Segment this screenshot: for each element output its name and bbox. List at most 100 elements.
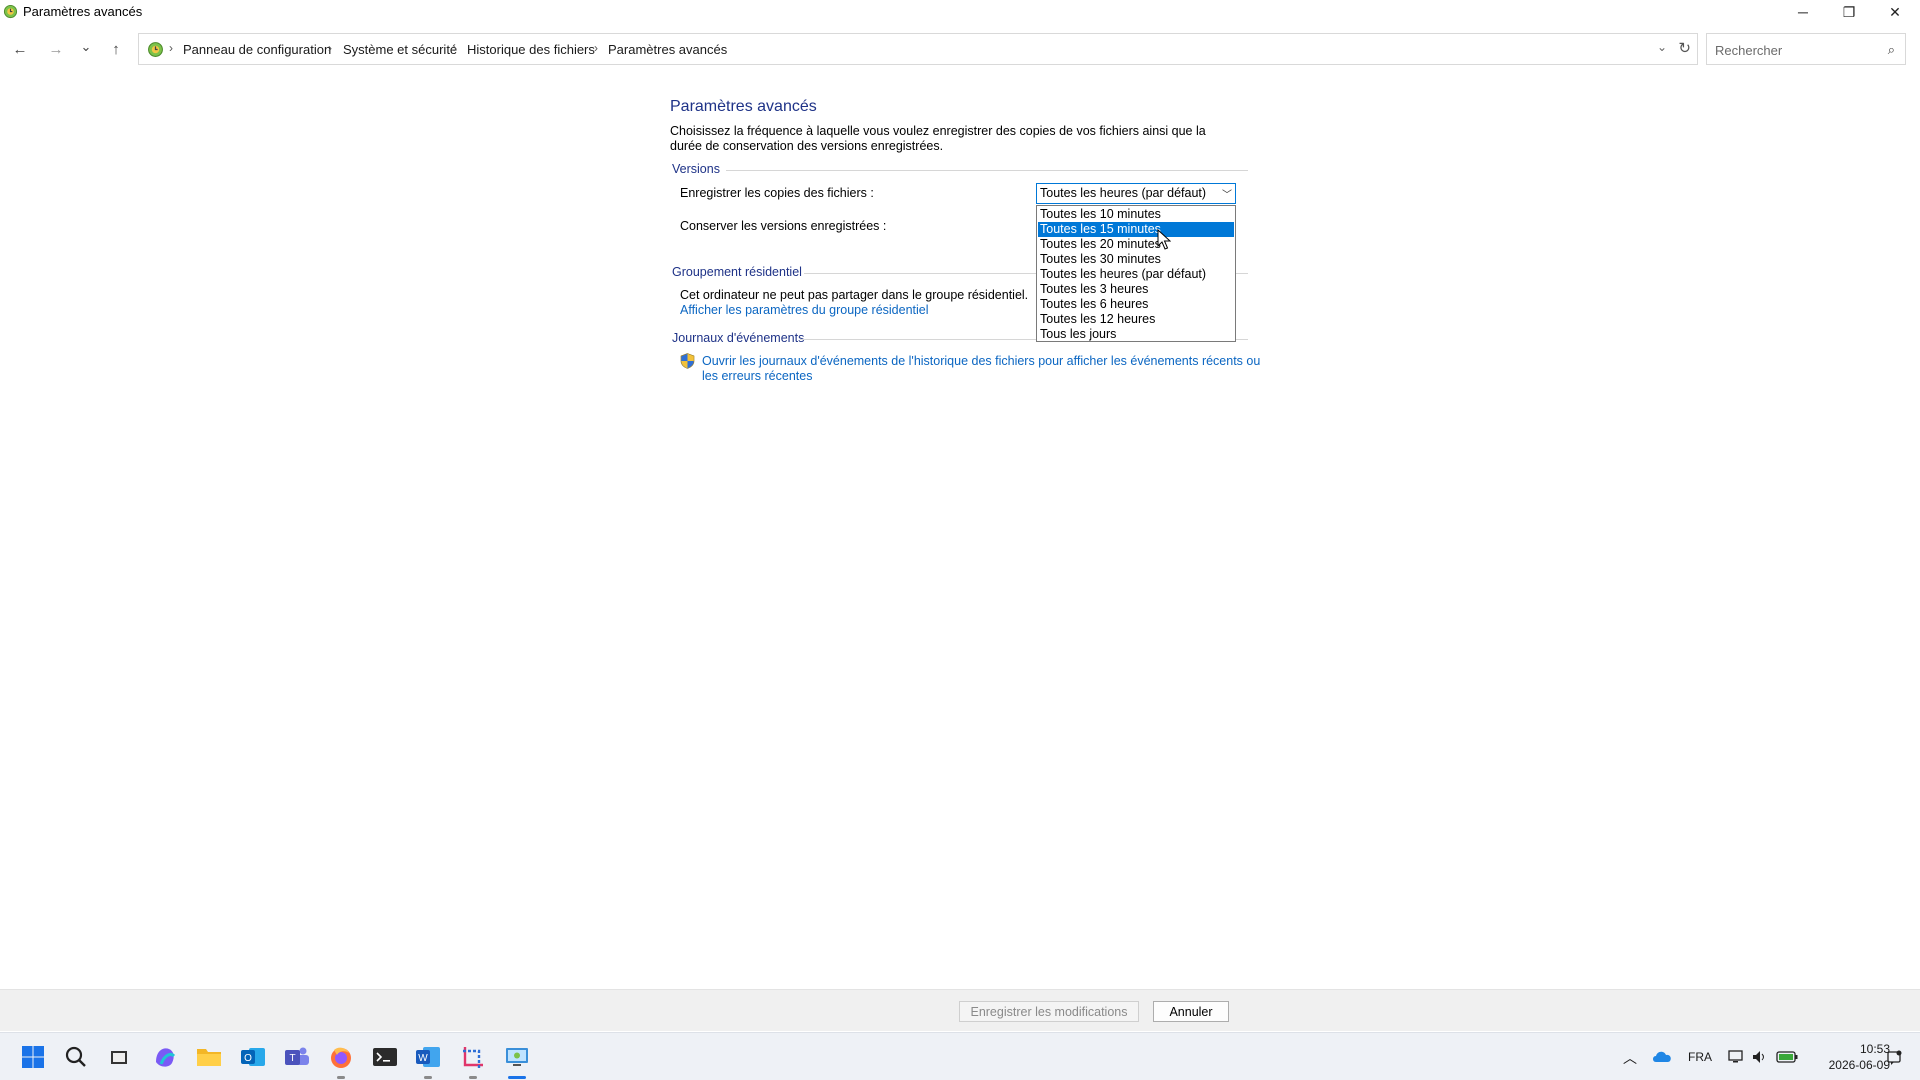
teams-app[interactable]: T: [282, 1042, 312, 1072]
battery-icon[interactable]: [1776, 1051, 1798, 1063]
option-hourly-default[interactable]: Toutes les heures (par défaut): [1038, 267, 1234, 282]
terminal-app[interactable]: [370, 1042, 400, 1072]
option-15-minutes[interactable]: Toutes les 15 minutes: [1038, 222, 1234, 237]
search-icon: [65, 1046, 86, 1067]
clock-time[interactable]: 10:53: [1848, 1042, 1890, 1056]
breadcrumb-separator: ›: [594, 41, 598, 55]
word-app[interactable]: W: [413, 1042, 443, 1072]
search-input[interactable]: [1715, 41, 1875, 59]
address-history-chevron-icon[interactable]: ⌄: [1657, 40, 1667, 54]
window-title: Paramètres avancés: [23, 4, 143, 19]
task-view-icon: [111, 1051, 127, 1064]
control-panel-icon: [148, 42, 163, 57]
save-frequency-combobox[interactable]: Toutes les heures (par défaut) ﹀: [1036, 183, 1236, 204]
breadcrumb-separator: ›: [169, 41, 173, 55]
snipping-running-indicator: [469, 1076, 477, 1079]
event-logs-link-line1[interactable]: Ouvrir les journaux d'événements de l'hi…: [702, 354, 1260, 368]
m365-copilot-app[interactable]: [150, 1042, 180, 1072]
firefox-app[interactable]: [326, 1042, 356, 1072]
copilot-icon: [156, 1048, 176, 1067]
save-copies-label: Enregistrer les copies des fichiers :: [680, 186, 874, 200]
breadcrumb-file-history[interactable]: Historique des fichiers: [467, 42, 595, 57]
word-running-indicator: [424, 1076, 432, 1079]
refresh-icon[interactable]: ↻: [1678, 39, 1691, 57]
recent-locations-button[interactable]: ⌄: [74, 36, 98, 58]
action-bar: Enregistrer les modifications Annuler: [0, 989, 1920, 1031]
file-explorer-app[interactable]: [194, 1042, 224, 1072]
svg-text:T: T: [289, 1053, 295, 1064]
minimize-icon: ─: [1798, 4, 1808, 20]
restore-icon: ❐: [1842, 3, 1856, 20]
snipping-tool-app[interactable]: [458, 1042, 488, 1072]
language-indicator[interactable]: FRA: [1688, 1050, 1712, 1064]
option-30-minutes[interactable]: Toutes les 30 minutes: [1038, 252, 1234, 267]
forward-button[interactable]: →: [44, 38, 68, 60]
breadcrumb-separator: ›: [453, 41, 457, 55]
breadcrumb-system-security[interactable]: Système et sécurité: [343, 42, 457, 57]
versions-group-title: Versions: [672, 162, 720, 176]
event-logs-link-line2[interactable]: les erreurs récentes: [702, 369, 812, 383]
arrow-up-icon: ↑: [112, 40, 120, 58]
show-hidden-icons-chevron[interactable]: ︿: [1623, 1048, 1637, 1068]
homegroup-settings-link[interactable]: Afficher les paramètres du groupe réside…: [680, 303, 929, 317]
word-icon: W: [416, 1047, 440, 1067]
save-frequency-value: Toutes les heures (par défaut): [1040, 186, 1207, 200]
minimize-button[interactable]: ─: [1780, 0, 1826, 24]
page-title: Paramètres avancés: [670, 98, 817, 115]
teams-icon: T: [285, 1047, 309, 1065]
mouse-pointer-icon: [1157, 229, 1171, 250]
search-box[interactable]: ⌕: [1706, 33, 1906, 65]
maximize-button[interactable]: ❐: [1826, 0, 1872, 24]
control-panel-active-indicator: [508, 1076, 526, 1079]
save-changes-button[interactable]: Enregistrer les modifications: [959, 1001, 1139, 1022]
windows-logo-icon: [22, 1046, 44, 1068]
homegroup-group-title: Groupement résidentiel: [672, 265, 802, 279]
folder-icon: [197, 1049, 221, 1066]
task-view-button[interactable]: [104, 1042, 134, 1072]
page-description: Choisissez la fréquence à laquelle vous …: [670, 124, 1206, 153]
option-12-hours[interactable]: Toutes les 12 heures: [1038, 312, 1234, 327]
firefox-running-indicator: [337, 1076, 345, 1079]
outlook-app[interactable]: O: [238, 1042, 268, 1072]
title-bar: Paramètres avancés ─ ❐ ✕: [0, 0, 1920, 24]
chevron-down-icon: ⌄: [80, 39, 92, 54]
uac-shield-icon: [680, 353, 695, 369]
keep-versions-label: Conserver les versions enregistrées :: [680, 219, 887, 233]
back-button[interactable]: ←: [8, 38, 32, 60]
terminal-icon: [373, 1048, 397, 1066]
control-panel-app[interactable]: [502, 1042, 532, 1072]
start-button[interactable]: [18, 1042, 48, 1072]
option-3-hours[interactable]: Toutes les 3 heures: [1038, 282, 1234, 297]
arrow-right-icon: →: [48, 40, 64, 58]
cancel-button[interactable]: Annuler: [1153, 1001, 1229, 1022]
outlook-icon: O: [241, 1048, 265, 1066]
svg-text:O: O: [244, 1053, 252, 1064]
search-icon[interactable]: ⌕: [1888, 42, 1895, 58]
arrow-left-icon: ←: [12, 40, 28, 58]
eventlogs-group-title: Journaux d'événements: [672, 331, 805, 345]
snipping-tool-icon: [463, 1047, 483, 1068]
option-20-minutes[interactable]: Toutes les 20 minutes: [1038, 237, 1234, 252]
search-taskbar-button[interactable]: [61, 1042, 91, 1072]
save-frequency-dropdown-list[interactable]: Toutes les 10 minutes Toutes les 15 minu…: [1036, 205, 1236, 342]
option-10-minutes[interactable]: Toutes les 10 minutes: [1038, 207, 1234, 222]
svg-text:W: W: [418, 1053, 428, 1064]
file-history-icon: [3, 4, 18, 19]
firefox-icon: [331, 1047, 351, 1068]
breadcrumb-control-panel[interactable]: Panneau de configuration: [183, 42, 331, 57]
clock-date[interactable]: 2026-06-09: [1814, 1058, 1890, 1072]
network-icon[interactable]: [1728, 1049, 1744, 1065]
chevron-down-icon: ﹀: [1222, 190, 1232, 201]
up-button[interactable]: ↑: [104, 38, 128, 60]
breadcrumb-advanced-settings[interactable]: Paramètres avancés: [608, 42, 727, 57]
address-bar[interactable]: › Panneau de configuration › Système et …: [138, 33, 1698, 65]
notifications-icon[interactable]: [1886, 1050, 1902, 1066]
onedrive-cloud-icon[interactable]: [1652, 1049, 1672, 1063]
close-button[interactable]: ✕: [1872, 0, 1918, 24]
volume-icon[interactable]: [1752, 1050, 1766, 1064]
option-daily[interactable]: Tous les jours: [1038, 327, 1234, 342]
breadcrumb-separator: ›: [328, 41, 332, 55]
taskbar: O T W ︿ FRA 10:53 2026-06-09: [0, 1032, 1920, 1080]
homegroup-text: Cet ordinateur ne peut pas partager dans…: [680, 288, 1029, 302]
option-6-hours[interactable]: Toutes les 6 heures: [1038, 297, 1234, 312]
